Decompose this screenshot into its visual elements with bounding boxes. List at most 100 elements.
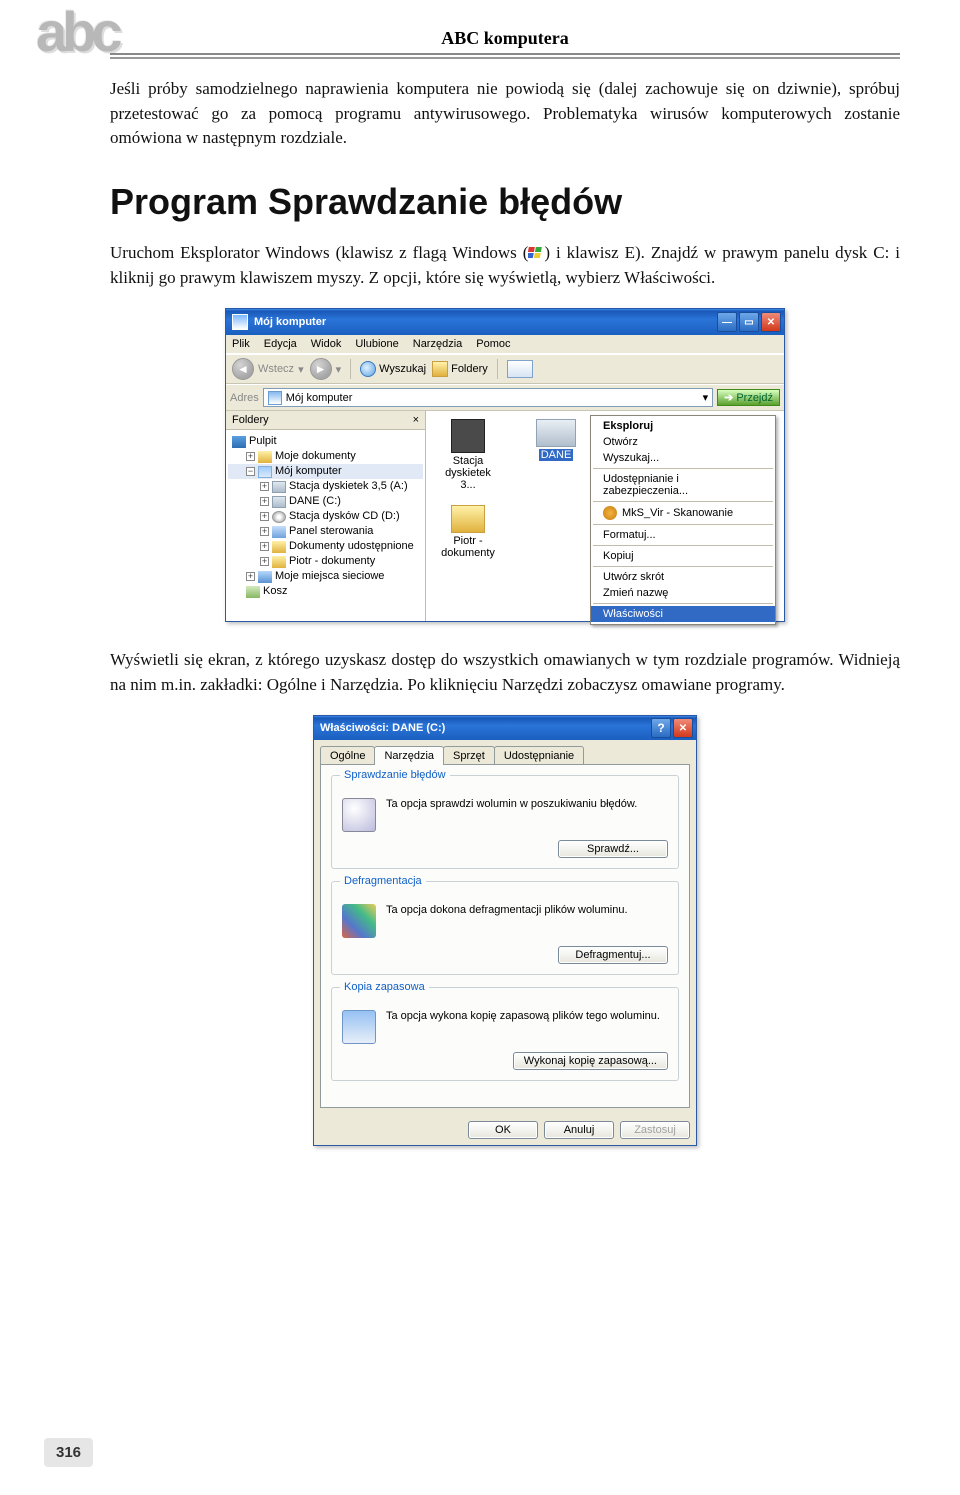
menu-help[interactable]: Pomoc [476,338,510,350]
explorer-toolbar: ◄ Wstecz ▾ ► ▾ Wyszukaj Foldery [226,354,784,384]
tree-shared-docs[interactable]: +Dokumenty udostępnione [228,539,423,554]
expand-icon[interactable]: + [246,572,255,581]
go-label: Przejdź [736,392,773,404]
ok-button[interactable]: OK [468,1121,538,1139]
folder-tree: Pulpit +Moje dokumenty −Mój komputer +St… [226,430,425,603]
book-title: ABC komputera [110,28,900,49]
mks-icon [603,506,617,520]
search-button[interactable]: Wyszukaj [360,361,426,377]
folders-button[interactable]: Foldery [432,361,488,377]
folders-pane-title: Foldery [232,414,269,426]
defrag-button[interactable]: Defragmentuj... [558,946,668,964]
menu-file[interactable]: Plik [232,338,250,350]
computer-icon [258,466,272,478]
maximize-button[interactable]: ▭ [739,312,759,332]
explorer-menubar: Plik Edycja Widok Ulubione Narzędzia Pom… [226,335,784,354]
floppy-icon [272,481,286,493]
ctx-mks-scan[interactable]: MkS_Vir - Skanowanie [591,504,775,522]
file-floppy[interactable]: Stacja dyskietek 3... [436,419,500,491]
dialog-title: Właściwości: DANE (C:) [320,722,445,734]
ctx-format[interactable]: Formatuj... [591,527,775,543]
menu-favorites[interactable]: Ulubione [355,338,398,350]
cancel-button[interactable]: Anuluj [544,1121,614,1139]
menu-view[interactable]: Widok [311,338,342,350]
tree-desktop[interactable]: Pulpit [228,434,423,449]
network-icon [258,571,272,583]
search-label: Wyszukaj [379,363,426,375]
ctx-search[interactable]: Wyszukaj... [591,450,775,466]
expand-icon[interactable]: + [260,542,269,551]
backup-text: Ta opcja wykona kopię zapasową plików te… [386,1010,660,1022]
group-backup: Kopia zapasowa Ta opcja wykona kopię zap… [331,987,679,1081]
ctx-sharing[interactable]: Udostępnianie i zabezpieczenia... [591,471,775,499]
ctx-copy[interactable]: Kopiuj [591,548,775,564]
collapse-icon[interactable]: − [246,467,255,476]
tree-mydocs[interactable]: +Moje dokumenty [228,449,423,464]
ctx-open[interactable]: Otwórz [591,434,775,450]
expand-icon[interactable]: + [260,527,269,536]
tree-piotr-docs[interactable]: +Piotr - dokumenty [228,554,423,569]
minimize-button[interactable]: — [717,312,737,332]
expand-icon[interactable]: + [260,497,269,506]
forward-dropdown-icon: ▾ [336,363,342,376]
ctx-shortcut[interactable]: Utwórz skrót [591,569,775,585]
check-button[interactable]: Sprawdź... [558,840,668,858]
back-arrow-icon: ◄ [232,358,254,380]
tree-mycomputer[interactable]: −Mój komputer [228,464,423,479]
menu-tools[interactable]: Narzędzia [413,338,463,350]
legend-backup: Kopia zapasowa [340,981,429,993]
tree-floppy[interactable]: +Stacja dyskietek 3,5 (A:) [228,479,423,494]
legend-defrag: Defragmentacja [340,875,426,887]
file-dane-label: DANE [539,449,574,461]
file-piotr[interactable]: Piotr - dokumenty [436,505,500,559]
tab-general[interactable]: Ogólne [320,746,375,765]
dialog-tabs: Ogólne Narzędzia Sprzęt Udostępnianie [314,740,696,765]
error-check-text: Ta opcja sprawdzi wolumin w poszukiwaniu… [386,798,637,810]
ctx-rename[interactable]: Zmień nazwę [591,585,775,601]
page-number: 316 [44,1438,93,1467]
close-button[interactable]: ✕ [761,312,781,332]
backup-button[interactable]: Wykonaj kopię zapasową... [513,1052,668,1070]
tab-hardware[interactable]: Sprzęt [443,746,495,765]
explorer-titlebar: Mój komputer — ▭ ✕ [226,309,784,335]
folders-pane-close-icon[interactable]: × [413,414,419,426]
tree-cd[interactable]: +Stacja dysków CD (D:) [228,509,423,524]
group-defrag: Defragmentacja Ta opcja dokona defragmen… [331,881,679,975]
address-dropdown-icon[interactable]: ▾ [703,391,709,404]
apply-button[interactable]: Zastosuj [620,1121,690,1139]
expand-icon[interactable]: + [260,482,269,491]
back-button[interactable]: ◄ Wstecz ▾ [232,358,304,380]
ctx-explore[interactable]: Eksploruj [591,418,775,434]
paragraph-2: Uruchom Eksplorator Windows (klawisz z f… [110,241,900,290]
tree-dane-c[interactable]: +DANE (C:) [228,494,423,509]
expand-icon[interactable]: + [260,557,269,566]
tab-tools[interactable]: Narzędzia [374,746,444,765]
expand-icon[interactable]: + [246,452,255,461]
file-piotr-label: Piotr - dokumenty [436,535,500,559]
dialog-close-button[interactable]: ✕ [673,718,693,738]
tab-sharing[interactable]: Udostępnianie [494,746,584,765]
views-button[interactable] [507,360,533,378]
search-icon [360,361,376,377]
folder-icon [272,556,286,568]
menu-edit[interactable]: Edycja [264,338,297,350]
tree-network-places[interactable]: +Moje miejsca sieciowe [228,569,423,584]
forward-button[interactable]: ► ▾ [310,358,342,380]
control-panel-icon [272,526,286,538]
tree-recycle-bin[interactable]: Kosz [228,584,423,599]
address-field[interactable]: Mój komputer ▾ [263,388,713,407]
explorer-window: Mój komputer — ▭ ✕ Plik Edycja Widok Ulu… [225,308,785,622]
go-button[interactable]: ➔ Przejdź [717,389,780,406]
expand-icon[interactable]: + [260,512,269,521]
folder-icon [451,505,485,533]
folder-icon [272,541,286,553]
legend-error-check: Sprawdzanie błędów [340,769,450,781]
ctx-properties[interactable]: Właściwości [591,606,775,622]
forward-arrow-icon: ► [310,358,332,380]
paragraph-3: Wyświetli się ekran, z którego uzyskasz … [110,648,900,697]
address-value: Mój komputer [286,392,353,404]
help-button[interactable]: ? [651,718,671,738]
file-dane[interactable]: DANE [524,419,588,461]
tree-control-panel[interactable]: +Panel sterowania [228,524,423,539]
hard-drive-icon [536,419,576,447]
